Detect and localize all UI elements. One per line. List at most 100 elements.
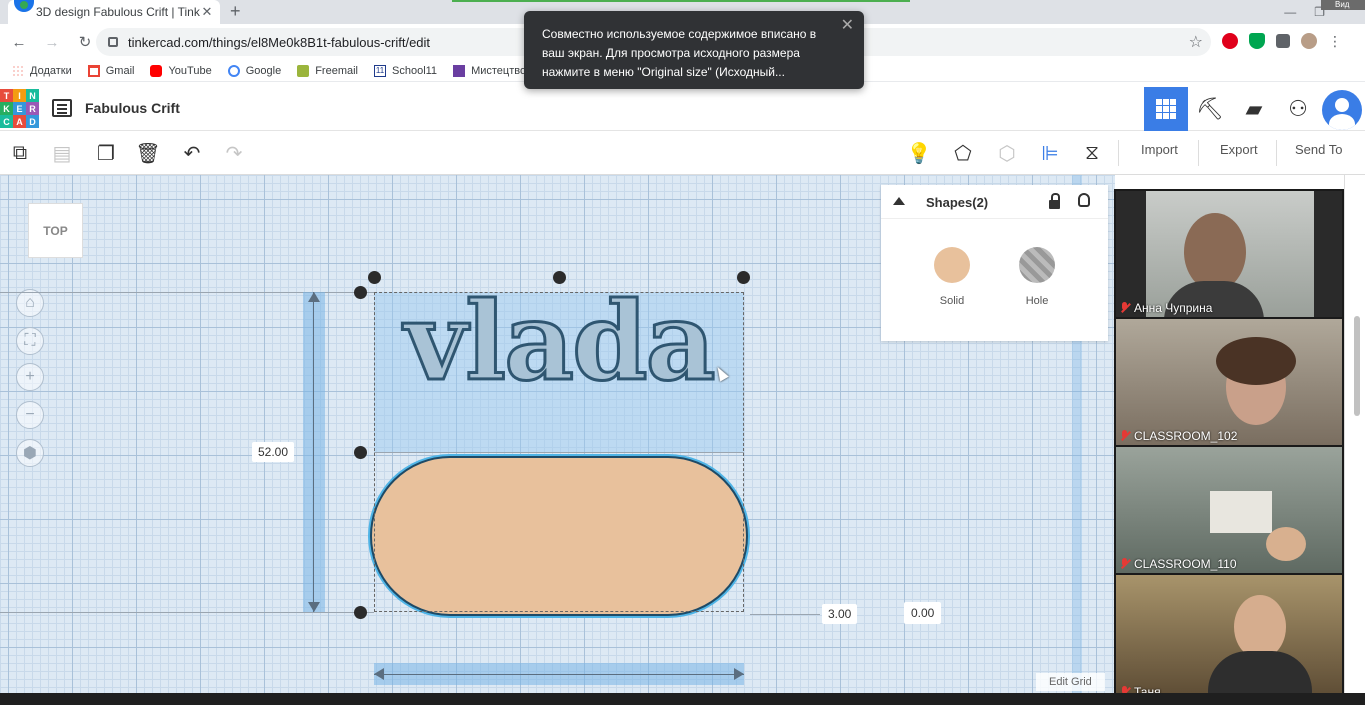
video-tile[interactable]: CLASSROOM_110 [1116, 447, 1342, 573]
guide-line [750, 614, 820, 615]
minimize-icon[interactable]: — [1284, 5, 1296, 19]
send-to-button[interactable]: Send To [1295, 142, 1342, 157]
fit-view-icon[interactable]: ⛶ [16, 327, 44, 355]
resize-handle[interactable] [368, 271, 381, 284]
screen-share-icon [14, 0, 34, 12]
close-icon[interactable]: ✕ [841, 16, 854, 35]
new-tab-button[interactable]: + [230, 1, 241, 22]
blocks-view-button[interactable]: ⛏ [1188, 87, 1232, 131]
delete-icon[interactable]: 🗑 [134, 139, 162, 167]
arrow-left-icon [374, 668, 384, 680]
add-user-button[interactable]: ⚇ [1276, 87, 1320, 131]
tab-title: 3D design Fabulous Crift | Tinkercad [36, 5, 200, 19]
profile-avatar-icon[interactable] [1301, 33, 1317, 49]
view-badge[interactable]: Вид [1321, 0, 1365, 10]
export-button[interactable]: Export [1220, 142, 1258, 157]
bookmark-gmail[interactable]: Gmail [87, 64, 134, 77]
add-user-icon: ⚇ [1288, 96, 1308, 121]
logo-tile: D [26, 115, 39, 128]
shapes-inspector-panel: Shapes(2) Solid Hole [881, 185, 1108, 341]
resize-handle[interactable] [354, 446, 367, 459]
opera-extension-icon[interactable] [1222, 33, 1238, 49]
solid-color-swatch[interactable] [934, 247, 970, 283]
height-dimension-band [303, 292, 325, 612]
arrow-up-icon [308, 292, 320, 302]
panel-header: Shapes(2) [881, 185, 1108, 219]
url-text: tinkercad.com/things/el8Me0k8B1t-fabulou… [128, 34, 431, 50]
zoom-in-icon[interactable]: + [16, 363, 44, 391]
resize-handle[interactable] [354, 606, 367, 619]
viewcube[interactable]: TOP [28, 203, 83, 258]
import-button[interactable]: Import [1141, 142, 1178, 157]
video-participants-panel: Анна Чуприна CLASSROOM_102 CLASSROOM_110… [1114, 189, 1344, 705]
resize-handle[interactable] [737, 271, 750, 284]
bookmark-label: Додатки [30, 64, 72, 77]
bookmark-google[interactable]: Google [227, 64, 281, 77]
lego-view-button[interactable]: ▰ [1232, 87, 1276, 131]
bookmark-youtube[interactable]: YouTube [150, 64, 212, 77]
arrow-down-icon [308, 602, 320, 612]
bookmark-label: Freemail [315, 64, 358, 77]
orthographic-icon[interactable]: ⬢ [16, 439, 44, 467]
close-tab-icon[interactable]: ✕ [200, 4, 214, 20]
forward-icon[interactable]: → [38, 28, 66, 56]
undo-icon[interactable]: ↶ [178, 139, 206, 167]
mist-icon [453, 64, 466, 77]
zoom-out-icon[interactable]: − [16, 401, 44, 429]
bookmark-school11[interactable]: 11 School11 [374, 64, 438, 77]
elevation-label[interactable]: 3.00 [822, 604, 858, 624]
back-icon[interactable]: ← [5, 28, 33, 56]
video-tile[interactable]: Анна Чуприна [1116, 191, 1342, 317]
screen-share-indicator [452, 0, 910, 2]
ungroup-icon[interactable]: ⬡ [993, 139, 1021, 167]
design-list-icon[interactable] [52, 99, 72, 117]
edit-toolbar: ⧉ ▤ ❐ 🗑 ↶ ↷ 💡 ⬠ ⬡ ⊫ ⧖ Import Export Send… [0, 131, 1365, 175]
height-dimension-label[interactable]: 52.00 [252, 442, 295, 462]
bookmark-star-icon[interactable]: ☆ [1189, 32, 1203, 52]
adblock-extension-icon[interactable] [1249, 33, 1265, 49]
reload-icon[interactable]: ↻ [71, 28, 99, 56]
design-title[interactable]: Fabulous Crift [85, 100, 180, 116]
scrollbar-thumb[interactable] [1354, 316, 1360, 416]
duplicate-icon[interactable]: ❐ [92, 139, 120, 167]
bookmark-label: School11 [392, 64, 438, 77]
mirror-icon[interactable]: ⧖ [1078, 139, 1106, 167]
paste-icon[interactable]: ▤ [48, 139, 76, 167]
bookmark-label: YouTube [168, 64, 212, 77]
video-tile[interactable]: Таня [1116, 575, 1342, 701]
lightbulb-icon[interactable] [1078, 193, 1090, 207]
copy-icon[interactable]: ⧉ [6, 139, 34, 167]
3d-design-view-button[interactable] [1144, 87, 1188, 131]
align-icon[interactable]: ⊫ [1036, 139, 1064, 167]
lock-icon[interactable] [108, 37, 118, 47]
grid-icon [1156, 99, 1176, 119]
muted-mic-icon [1120, 302, 1130, 314]
edit-grid-button[interactable]: Edit Grid [1036, 673, 1105, 691]
bookmark-apps[interactable]: Додатки [12, 64, 72, 77]
collapse-caret-icon[interactable] [893, 197, 905, 205]
tinkercad-logo[interactable]: TIN KER CAD [0, 89, 40, 129]
bookmark-mistetstvo[interactable]: Мистецтво [453, 64, 526, 77]
hole-swatch[interactable] [1019, 247, 1055, 283]
height-dimension-line [313, 292, 314, 612]
browser-tab-active[interactable]: 3D design Fabulous Crift | Tinkercad ✕ [8, 0, 220, 24]
group-icon[interactable]: ⬠ [949, 139, 977, 167]
browser-menu-icon[interactable]: ⋮ [1328, 33, 1342, 49]
guide-line [0, 612, 374, 613]
participant-face [1234, 595, 1286, 659]
offset-label[interactable]: 0.00 [904, 602, 942, 624]
participant-face [1266, 527, 1306, 561]
resize-handle[interactable] [553, 271, 566, 284]
wall-board [1210, 491, 1272, 533]
toolbar-divider [1118, 140, 1119, 166]
lock-icon[interactable] [1049, 193, 1060, 209]
participant-face [1184, 213, 1246, 291]
redo-icon[interactable]: ↷ [220, 139, 248, 167]
bookmark-freemail[interactable]: Freemail [297, 64, 358, 77]
profile-button[interactable] [1320, 87, 1364, 131]
home-view-icon[interactable]: ⌂ [16, 289, 44, 317]
video-tile[interactable]: CLASSROOM_102 [1116, 319, 1342, 445]
resize-handle[interactable] [354, 286, 367, 299]
notes-bulb-icon[interactable]: 💡 [905, 139, 933, 167]
extensions-puzzle-icon[interactable] [1276, 34, 1290, 48]
